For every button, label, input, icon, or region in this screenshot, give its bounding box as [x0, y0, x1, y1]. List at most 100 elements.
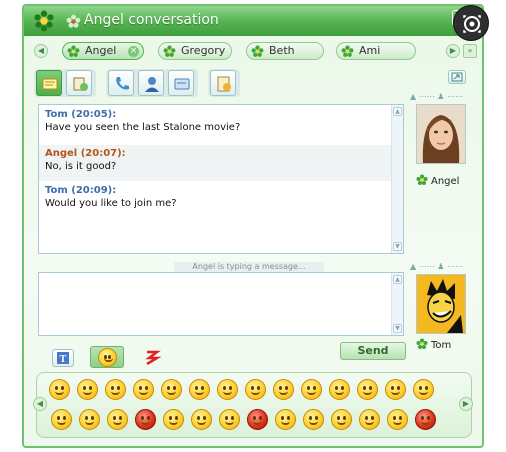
contact-photo [417, 105, 465, 163]
smiley-sleep[interactable] [387, 409, 408, 430]
online-flower-icon [341, 45, 354, 57]
contact-avatar[interactable] [416, 104, 466, 164]
smiley-devil[interactable] [135, 409, 156, 430]
scroll-down-icon[interactable]: ▼ [393, 324, 402, 333]
smiley-shy[interactable] [163, 409, 184, 430]
contact-tab-bar: ◀ Angel × Gregory Beth Ami ▶ » [30, 40, 480, 62]
tab-angel[interactable]: Angel × [62, 42, 144, 60]
tab-more-icon[interactable]: » [463, 44, 477, 58]
message: Angel (20:07): No, is it good? [45, 148, 385, 172]
phone-icon [116, 77, 129, 90]
typing-indicator: Angel is typing a message... [174, 262, 324, 272]
smiley-kiss[interactable] [273, 379, 294, 400]
smiley-cool[interactable] [189, 379, 210, 400]
card-icon [174, 78, 190, 90]
online-flower-icon [251, 45, 264, 57]
smiley-neutral[interactable] [161, 379, 182, 400]
input-scrollbar[interactable]: ▲ ▼ [391, 273, 403, 335]
smiley-sick[interactable] [357, 379, 378, 400]
smiley-grin[interactable] [77, 379, 98, 400]
send-card-button[interactable] [168, 70, 194, 96]
call-button[interactable] [108, 70, 134, 96]
status-flower-icon [66, 14, 81, 28]
contact-info-button[interactable] [138, 70, 164, 96]
conversation-history[interactable]: Tom (20:05): Have you seen the last Stal… [38, 104, 404, 254]
message-icon [42, 78, 58, 90]
smiley-picker-button[interactable] [90, 346, 124, 368]
expand-icon [451, 72, 463, 82]
send-button[interactable]: Send [340, 342, 406, 360]
svg-text:T: T [60, 354, 67, 365]
smiley-happy[interactable] [51, 409, 72, 430]
contact-name-tag: Angel [416, 174, 459, 187]
smiley-confused[interactable] [107, 409, 128, 430]
smiley-smile[interactable] [49, 379, 70, 400]
title-bar[interactable]: Angel conversation [24, 6, 482, 36]
smiley-cheers[interactable] [245, 379, 266, 400]
tab-scroll-right-icon[interactable]: ▶ [446, 44, 460, 58]
smiley-blush[interactable] [79, 409, 100, 430]
tab-label: Ami [359, 44, 381, 57]
window-title: Angel conversation [84, 12, 219, 28]
history-button[interactable] [210, 70, 236, 96]
contact-icon [145, 77, 159, 92]
smiley-doh[interactable] [331, 409, 352, 430]
smiley-flower-holder[interactable] [191, 409, 212, 430]
smiley-scroll-left-icon[interactable]: ◀ [33, 397, 47, 411]
text-format-icon: T [57, 352, 69, 365]
file-transfer-button[interactable] [66, 70, 92, 96]
my-avatar[interactable] [416, 274, 466, 334]
history-scrollbar[interactable]: ▲ ▼ [391, 105, 403, 253]
message-author: Tom (20:05): [45, 109, 117, 120]
smiley-angry[interactable] [413, 379, 434, 400]
smiley-sad[interactable] [105, 379, 126, 400]
overlay-lens-button[interactable] [453, 5, 489, 41]
online-flower-icon [416, 338, 428, 349]
smiley-wink[interactable] [329, 379, 350, 400]
icq-logo-icon [34, 10, 54, 32]
tab-scroll-left-icon[interactable]: ◀ [34, 44, 48, 58]
smiley-thumbs-up[interactable] [303, 409, 324, 430]
smiley-laugh[interactable] [217, 379, 238, 400]
scroll-down-icon[interactable]: ▼ [393, 242, 402, 251]
message-input[interactable]: ▲ ▼ [38, 272, 404, 336]
smiley-scroll-right-icon[interactable]: ▶ [459, 397, 473, 411]
nudge-button[interactable] [142, 349, 164, 367]
tab-gregory[interactable]: Gregory [158, 42, 232, 60]
smiley-nervous[interactable] [219, 409, 240, 430]
smiley-explode[interactable] [247, 409, 268, 430]
my-name: Tom [431, 340, 452, 351]
scroll-up-icon[interactable]: ▲ [393, 107, 402, 116]
message-author: Tom (20:09): [45, 185, 117, 196]
message: Tom (20:09): Would you like to join me? [45, 185, 385, 209]
smiley-picker-icon [98, 348, 117, 367]
message-input-text[interactable] [45, 277, 385, 331]
online-flower-icon [416, 174, 428, 185]
smiley-crazy[interactable] [275, 409, 296, 430]
message-text: Would you like to join me? [45, 198, 177, 209]
smiley-blink[interactable] [385, 379, 406, 400]
expand-button[interactable] [448, 70, 466, 84]
smiley-beer[interactable] [359, 409, 380, 430]
contact-name: Angel [431, 176, 460, 187]
text-format-button[interactable]: T [52, 349, 74, 367]
tab-label: Beth [269, 44, 295, 57]
message-text: No, is it good? [45, 161, 117, 172]
my-photo [417, 275, 465, 333]
online-flower-icon [163, 45, 176, 57]
tab-close-icon[interactable]: × [128, 46, 139, 57]
scroll-up-icon[interactable]: ▲ [393, 275, 402, 284]
collapse-panel-icon[interactable]: ▲ ⋯⋯ ♟ ⋯⋯ [410, 92, 463, 101]
smiley-tongue[interactable] [301, 379, 322, 400]
tab-beth[interactable]: Beth [246, 42, 324, 60]
message: Tom (20:05): Have you seen the last Stal… [45, 109, 385, 133]
message-mode-button[interactable] [36, 70, 62, 96]
tab-ami[interactable]: Ami [336, 42, 416, 60]
collapse-panel-icon[interactable]: ▲ ⋯⋯ ♟ ⋯⋯ [410, 262, 463, 271]
smiley-love[interactable] [415, 409, 436, 430]
tab-label: Angel [85, 44, 117, 57]
online-flower-icon [67, 45, 80, 57]
smiley-surprised[interactable] [133, 379, 154, 400]
my-name-tag: Tom [416, 338, 451, 351]
lens-icon [463, 15, 481, 33]
